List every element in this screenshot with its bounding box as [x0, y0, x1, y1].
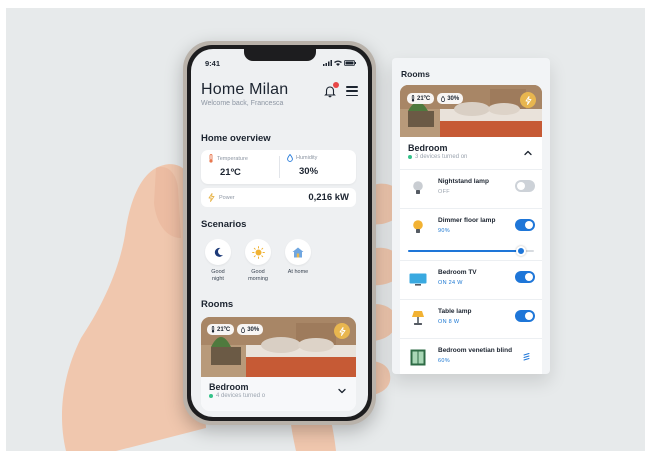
room-card-bedroom[interactable]: 21ºC 30% Bedroom 4 devices turned o — [201, 317, 356, 411]
window-icon — [410, 349, 426, 365]
water-drop-icon — [241, 326, 246, 333]
scenario-good-morning[interactable]: Good morning — [241, 239, 275, 282]
room-header-bedroom[interactable]: Bedroom 3 devices turned on — [400, 137, 542, 169]
wifi-icon — [334, 59, 342, 68]
scenario-good-night[interactable]: Good night — [201, 239, 235, 282]
room-humidity-pill: 30% — [437, 93, 464, 104]
scenario-at-home[interactable]: At home — [281, 239, 315, 282]
smartphone: 9:41 Home Milan Welcome back, Francesca … — [183, 41, 376, 425]
slider-thumb[interactable] — [516, 246, 527, 256]
table-lamp-icon — [412, 311, 424, 325]
water-drop-icon — [441, 95, 446, 102]
power-card: Power 0,216 kW — [201, 188, 356, 207]
divider — [279, 156, 280, 178]
room-humidity-pill: 30% — [237, 324, 264, 335]
room-name: Bedroom — [408, 143, 448, 153]
lightning-icon — [208, 193, 215, 202]
lightning-icon — [525, 95, 531, 105]
chevron-down-icon[interactable] — [338, 387, 346, 395]
scenarios-list: Good night Good morning At home — [201, 239, 315, 282]
tv-icon — [409, 273, 427, 286]
room-temperature-pill: 21ºC — [207, 324, 235, 335]
panel-title: Rooms — [401, 69, 430, 79]
scenario-label: At home — [287, 269, 309, 275]
power-label: Power — [219, 194, 235, 201]
temperature-label: Temperature — [217, 155, 248, 162]
humidity-label: Humidity — [296, 155, 318, 161]
notifications-button[interactable] — [324, 82, 339, 98]
room-temperature: 21ºC — [217, 326, 231, 333]
hamburger-icon — [346, 86, 358, 88]
room-name: Bedroom — [209, 382, 249, 392]
scenario-label: Good — [251, 269, 265, 275]
room-humidity: 30% — [447, 95, 460, 102]
clock: 9:41 — [205, 58, 221, 68]
thermometer-icon — [411, 95, 415, 102]
bulb-on-icon — [413, 220, 423, 233]
online-dot — [408, 155, 412, 159]
rooms-title: Rooms — [201, 299, 234, 310]
room-humidity: 30% — [247, 326, 260, 333]
room-power-icon — [334, 323, 350, 339]
nightstand-lamp-toggle[interactable] — [515, 180, 535, 192]
thermometer-icon — [209, 154, 213, 163]
blind-control-button[interactable] — [520, 350, 534, 364]
photo-scene: 9:41 Home Milan Welcome back, Francesca … — [6, 8, 645, 451]
device-bedroom-tv: Bedroom TV ON 24 W — [400, 260, 542, 299]
scenarios-title: Scenarios — [201, 219, 247, 230]
device-dimmer-floor-lamp: Dimmer floor lamp 90% — [400, 208, 542, 260]
welcome-text: Welcome back, Francesca — [201, 100, 284, 107]
notification-badge — [333, 82, 339, 88]
menu-button[interactable] — [346, 86, 358, 96]
room-status: 3 devices turned on — [415, 154, 468, 160]
phone-screen: 9:41 Home Milan Welcome back, Francesca … — [191, 49, 368, 417]
water-drop-icon — [287, 154, 293, 162]
app-header: Home Milan Welcome back, Francesca — [201, 81, 358, 107]
room-status: 4 devices turned o — [216, 393, 266, 399]
overview-card: Temperature 21ºC Humidity 30% — [201, 150, 356, 184]
blind-slats-icon — [523, 353, 530, 361]
temperature-value: 21ºC — [220, 167, 241, 178]
room-temperature: 21ºC — [417, 95, 431, 102]
power-value: 0,216 kW — [308, 192, 349, 203]
dimmer-floor-lamp-toggle[interactable] — [515, 219, 535, 231]
house-icon — [292, 247, 304, 257]
bedroom-tv-toggle[interactable] — [515, 271, 535, 283]
scenario-label: morning — [248, 275, 268, 282]
chevron-up-icon[interactable] — [524, 149, 532, 157]
slider-fill — [408, 250, 522, 252]
rooms-panel: Rooms 21ºC 30% Bedroom 3 devices turned … — [392, 58, 550, 374]
lightning-icon — [339, 326, 345, 336]
signal-icon — [323, 59, 332, 68]
scenario-label: Good — [211, 269, 225, 275]
table-lamp-toggle[interactable] — [515, 310, 535, 322]
home-overview-title: Home overview — [201, 133, 271, 144]
bulb-off-icon — [413, 181, 423, 194]
device-table-lamp: Table lamp ON 8 W — [400, 299, 542, 338]
device-list: Nightstand lamp OFF Dimmer floor lamp 90… — [400, 169, 542, 374]
device-nightstand-lamp: Nightstand lamp OFF — [400, 169, 542, 208]
scenario-label: night — [212, 275, 224, 282]
status-bar: 9:41 — [205, 58, 356, 68]
sun-icon — [251, 245, 265, 259]
room-power-icon — [520, 92, 536, 108]
room-temperature-pill: 21ºC — [407, 93, 435, 104]
battery-icon — [344, 59, 356, 68]
device-bedroom-venetian-blind: Bedroom venetian blind 60% — [400, 338, 542, 374]
dimmer-slider[interactable] — [408, 246, 534, 256]
online-dot — [209, 394, 213, 398]
humidity-value: 30% — [299, 166, 319, 177]
thermometer-icon — [211, 326, 215, 333]
moon-icon — [214, 247, 223, 257]
